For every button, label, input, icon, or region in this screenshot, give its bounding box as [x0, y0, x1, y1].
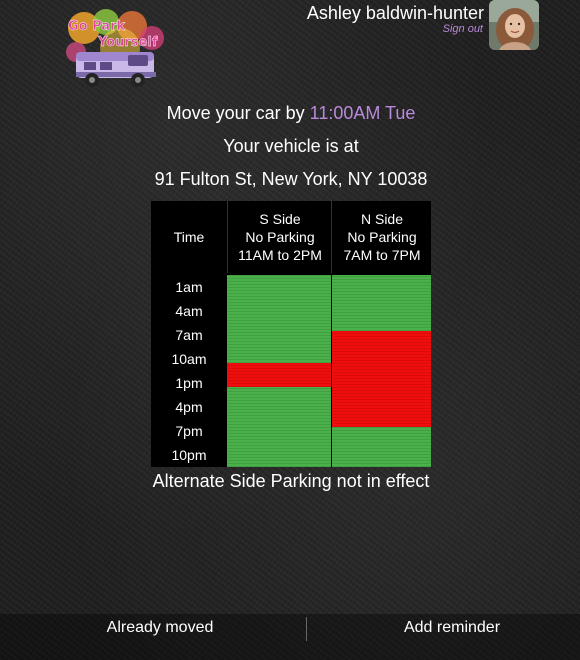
s-side-rule: No Parking [245, 229, 315, 245]
vehicle-address: 91 Fulton St, New York, NY 10038 [154, 169, 428, 189]
s-side-column-header: S Side No Parking 11AM to 2PM [227, 201, 332, 273]
sign-out-link[interactable]: Sign out [443, 23, 483, 35]
parking-schedule-table: Time S Side No Parking 11AM to 2PM N Sid… [151, 201, 431, 467]
n-side-rule: No Parking [347, 229, 417, 245]
time-header-label: Time [173, 229, 205, 245]
n-side-timeline [332, 275, 431, 467]
no-parking-segment [227, 363, 331, 387]
move-deadline: Move your car by 11:00AM Tue [0, 103, 580, 124]
vehicle-location-label: Your vehicle is at [223, 136, 359, 156]
time-label: 4am [175, 303, 203, 319]
action-divider [306, 617, 307, 641]
logo-text-line1: Go Park [68, 19, 125, 34]
time-label: 7am [175, 327, 203, 343]
n-side-hours: 7AM to 7PM [343, 247, 421, 263]
logo-text-line2: Yourself [97, 35, 158, 50]
move-deadline-time: 11:00AM Tue [309, 103, 416, 123]
time-label: 7pm [175, 423, 203, 439]
parking-allowed-segment [332, 427, 431, 467]
time-label: 1pm [175, 375, 203, 391]
app-logo[interactable]: Go Park Yourself [62, 8, 170, 96]
asp-status-text: Alternate Side Parking not in effect [152, 471, 430, 491]
time-label: 10pm [171, 447, 207, 463]
add-reminder-button[interactable]: Add reminder [352, 614, 552, 642]
van-logo-icon: Go Park Yourself [66, 9, 164, 87]
time-label: 4pm [175, 399, 203, 415]
no-parking-segment [332, 331, 431, 427]
already-moved-button[interactable]: Already moved [60, 614, 260, 642]
parking-allowed-segment [332, 275, 431, 331]
move-deadline-prefix: Move your car by [166, 103, 310, 123]
s-side-label: S Side [259, 211, 301, 227]
n-side-label: N Side [360, 211, 404, 227]
avatar-photo-icon [489, 0, 539, 50]
time-label: 10am [171, 351, 207, 367]
s-side-timeline [227, 275, 331, 467]
time-column-header: Time [151, 201, 227, 273]
time-label: 1am [175, 279, 203, 295]
bottom-action-bar: Already moved Add reminder [0, 614, 580, 660]
parking-allowed-segment [227, 387, 331, 467]
n-side-column-header: N Side No Parking 7AM to 7PM [331, 201, 432, 273]
user-name: Ashley baldwin-hunter [306, 3, 484, 23]
user-avatar[interactable] [489, 0, 539, 50]
s-side-hours: 11AM to 2PM [238, 247, 322, 263]
parking-allowed-segment [227, 275, 331, 363]
